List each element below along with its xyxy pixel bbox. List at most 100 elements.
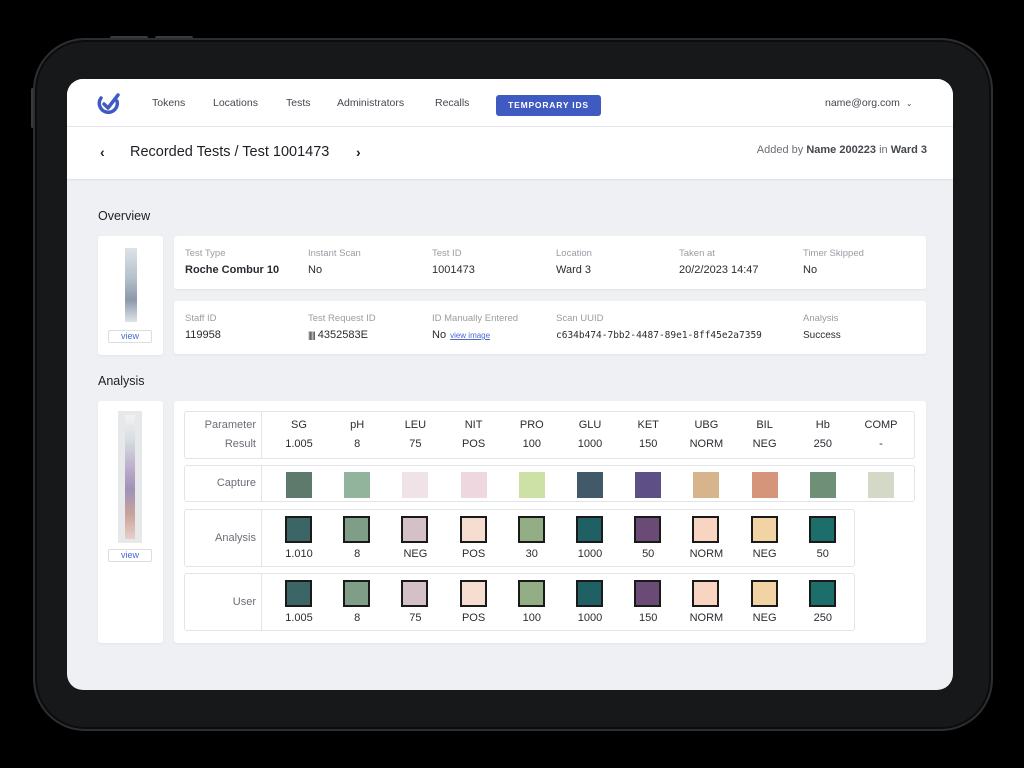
user-swatch[interactable] [517,580,545,607]
user-value: 1000 [577,612,603,624]
user-swatch[interactable] [343,580,371,607]
user-swatch[interactable] [576,580,603,607]
analysis-value: NORM [689,548,724,560]
analysis-swatch[interactable] [750,516,778,543]
nav-tests[interactable]: Tests [286,97,311,109]
parameter-header: PRO [519,419,544,431]
previous-arrow-icon[interactable]: ‹ [100,144,105,160]
analysis-title: Analysis [98,374,145,388]
user-swatch[interactable] [634,580,662,607]
capture-swatch [577,472,603,498]
overview-title: Overview [98,209,151,223]
nav-administrators[interactable]: Administrators [337,97,404,109]
field-timer-skipped: Timer Skipped No [803,248,864,276]
overview-row1: Test Type Roche Combur 10 Instant Scan No … [174,236,926,289]
capture-swatch [286,472,312,498]
field-instant-scan: Instant Scan No [308,248,361,276]
analysis-value: 50 [816,548,829,560]
parameter-header: UBG [694,419,719,431]
user-value: POS [461,612,486,624]
result-value: 1.005 [285,438,313,450]
user-value: 8 [354,612,361,624]
analysis-swatch[interactable] [517,516,545,543]
user-value: 100 [522,612,541,624]
analysis-label: Analysis [215,532,256,544]
view-button[interactable]: view [108,330,152,343]
field-taken-at: Taken at 20/2/2023 14:47 [679,248,759,276]
analysis-swatch[interactable] [343,516,371,543]
user-value: NORM [689,612,724,624]
analysis-swatch[interactable] [576,516,603,543]
analysis-swatch[interactable] [692,516,720,543]
test-strip-image [125,248,137,322]
nav-locations[interactable]: Locations [213,97,258,109]
field-scan-uuid: Scan UUID c634b474-7bb2-4487-89e1-8ff45e2… [556,313,762,341]
capture-swatch [460,472,487,498]
capture-swatch [344,472,371,498]
capture-swatch [868,472,894,498]
user-swatch[interactable] [692,580,720,607]
user-swatch[interactable] [459,580,487,607]
analysis-card: Parameter Result Capture Analysis User S… [174,401,926,643]
parameter-header: pH [350,419,365,431]
analysis-swatch[interactable] [285,516,312,543]
capture-swatch [809,472,836,498]
user-email: name@org.com [825,97,900,109]
added-by-text: Added by Name 200223 in Ward 3 [756,144,927,156]
top-nav: Tokens Locations Tests Administrators Re… [67,79,953,127]
capture-swatch [402,472,429,498]
result-label: Result [224,438,256,450]
user-swatch[interactable] [808,580,836,607]
capture-swatch [751,472,778,498]
user-value: 150 [639,612,658,624]
user-swatch[interactable] [285,580,312,607]
analysis-thumbnail-card: view [98,401,163,643]
analysis-swatch[interactable] [808,516,836,543]
capture-swatch [518,472,545,498]
screen: Tokens Locations Tests Administrators Re… [67,79,953,690]
user-menu[interactable]: name@org.com ⌄ [825,97,913,109]
field-test-id: Test ID 1001473 [432,248,475,276]
analysis-swatch[interactable] [401,516,429,543]
analysis-value: POS [461,548,486,560]
parameter-label: Parameter [204,419,256,431]
parameter-header: GLU [578,419,602,431]
result-value: 250 [813,438,832,450]
field-location: Location Ward 3 [556,248,592,276]
view-button[interactable]: view [108,549,152,562]
nav-tokens[interactable]: Tokens [152,97,185,109]
analysis-value: 50 [642,548,655,560]
chevron-down-icon: ⌄ [905,99,913,108]
test-strip-image [118,411,142,543]
user-label: User [232,596,256,608]
user-swatch[interactable] [401,580,429,607]
analysis-value: 1000 [577,548,603,560]
result-value: NEG [752,438,777,450]
analysis-value: NEG [403,548,428,560]
overview-row2: Staff ID 119958 Test Request ID ||||| 4352… [174,301,926,354]
analysis-value: 30 [525,548,538,560]
user-value: NEG [752,612,777,624]
parameter-header: NIT [464,419,483,431]
overview-thumbnail-card: view [98,236,163,355]
analysis-swatch[interactable] [459,516,487,543]
user-swatch[interactable] [750,580,778,607]
temporary-ids-button[interactable]: TEMPORARY IDS [496,95,601,116]
analysis-swatch[interactable] [634,516,662,543]
capture-swatch [635,472,662,498]
result-value: 150 [639,438,658,450]
parameter-header: COMP [864,419,898,431]
user-value: 1.005 [285,612,313,624]
field-test-type: Test Type Roche Combur 10 [185,248,280,276]
result-value: 1000 [577,438,603,450]
analysis-value: 1.010 [285,548,313,560]
app-logo-icon[interactable] [96,92,122,116]
next-arrow-icon[interactable]: › [356,144,361,160]
parameter-header: BIL [756,419,773,431]
view-image-link[interactable]: view image [450,331,490,340]
result-value: - [879,438,883,450]
field-test-request-id: Test Request ID ||||| 4352583E [308,313,376,341]
nav-recalls[interactable]: Recalls [435,97,469,109]
result-value: 75 [409,438,422,450]
field-analysis: Analysis Success [803,313,841,341]
